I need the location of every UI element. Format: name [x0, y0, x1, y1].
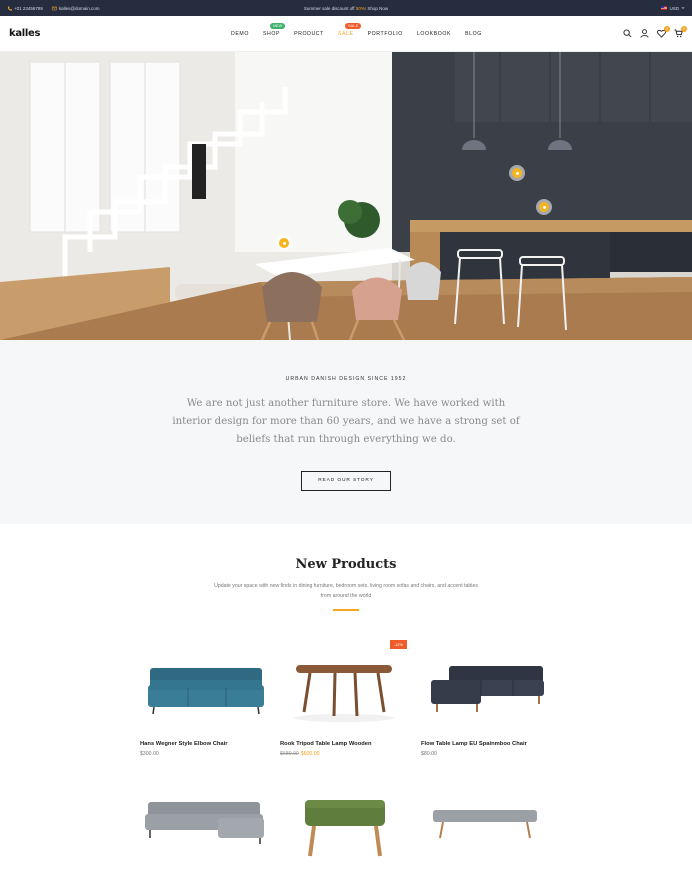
nav-item-demo[interactable]: DEMO [231, 31, 249, 37]
product-card[interactable]: Flow Table Lamp EU Spainmboo Chair $80.0… [421, 640, 548, 757]
nav-label: SALE [337, 31, 354, 37]
hero-image [0, 52, 692, 340]
promo-message: Summer sale discount off 50%! Shop Now [0, 6, 692, 11]
user-icon [639, 29, 649, 38]
hero-banner [0, 52, 692, 340]
discount-badge: -12% [389, 640, 407, 649]
product-price: $680.00 $600.00 [280, 751, 407, 757]
nav-label: LOOKBOOK [416, 31, 452, 37]
grey-sofa-image [145, 802, 264, 844]
section-title: New Products [295, 557, 397, 572]
top-bar: +01 23456789 kalles@domain.com Summer sa… [0, 0, 692, 16]
product-name[interactable]: Rook Tripod Table Lamp Wooden [280, 741, 407, 747]
promo-text: Summer sale discount off [303, 5, 355, 11]
read-our-story-button[interactable]: READ OUR STORY [301, 471, 391, 491]
site-header: kalles DEMO SHOP NEW PRODUCT SALE SALE POR… [0, 16, 692, 52]
about-section: URBAN DANISH DESIGN SINCE 1952 We are no… [0, 340, 692, 524]
title-divider [333, 609, 359, 611]
product-card[interactable] [421, 780, 548, 875]
about-eyebrow: URBAN DANISH DESIGN SINCE 1952 [285, 376, 407, 382]
nav-item-sale[interactable]: SALE SALE [337, 23, 362, 37]
promo-code: 50%! [355, 5, 367, 11]
product-image[interactable] [280, 780, 407, 875]
contact-info: +01 23456789 kalles@domain.com [7, 6, 100, 11]
nav-item-blog[interactable]: BLOG [465, 31, 482, 37]
nav-label: DEMO [231, 31, 249, 37]
sofa-image [148, 668, 264, 715]
main-nav: DEMO SHOP NEW PRODUCT SALE SALE PORTFOLIO … [231, 16, 482, 52]
product-name[interactable]: Flow Table Lamp EU Spainmboo Chair [421, 741, 548, 747]
search-icon [622, 29, 631, 38]
price-value: $300.00 [140, 751, 159, 757]
nav-item-product[interactable]: PRODUCT [294, 31, 324, 37]
account-button[interactable] [639, 29, 649, 39]
nav-label: PRODUCT [294, 31, 324, 37]
email-contact[interactable]: kalles@domain.com [52, 6, 100, 11]
mail-icon [52, 6, 57, 10]
us-flag-icon [661, 6, 668, 10]
product-card[interactable]: Hans Wegner Style Elbow Chair $300.00 [140, 640, 267, 757]
nav-label: BLOG [465, 31, 482, 37]
product-price: $300.00 [140, 751, 267, 757]
hotspot-chair[interactable] [279, 238, 289, 248]
chevron-down-icon [681, 6, 685, 9]
wishlist-button[interactable]: 0 [656, 25, 670, 39]
nav-item-portfolio[interactable]: PORTFOLIO [368, 31, 403, 37]
hotspot-counter[interactable] [512, 168, 522, 178]
header-icons: 0 0 [622, 25, 687, 39]
product-card[interactable] [140, 780, 267, 875]
old-price: $680.00 [280, 751, 299, 757]
phone-number: +01 23456789 [14, 5, 43, 11]
email-address: kalles@domain.com [58, 5, 100, 11]
product-image[interactable] [140, 640, 267, 735]
product-image[interactable]: -12% [280, 640, 407, 735]
price-value: $80.00 [421, 751, 437, 757]
new-badge: NEW [269, 23, 286, 29]
currency-selector[interactable]: USD [661, 6, 685, 11]
currency-label: USD [669, 5, 679, 11]
product-card[interactable]: -12% Rook Tripod Table Lamp Wooden $680.… [280, 640, 407, 757]
product-name[interactable]: Hans Wegner Style Elbow Chair [140, 741, 267, 747]
nav-label: SHOP [262, 31, 281, 37]
site-logo[interactable]: kalles [9, 28, 41, 39]
sectional-sofa-image [431, 666, 544, 712]
phone-icon [7, 6, 12, 11]
bench-image [433, 810, 537, 839]
product-image[interactable] [421, 780, 548, 875]
product-price: $80.00 [421, 751, 548, 757]
product-image[interactable] [140, 780, 267, 875]
sale-price: $600.00 [300, 751, 320, 757]
nav-item-lookbook[interactable]: LOOKBOOK [417, 31, 451, 37]
about-text: We are not just another furniture store.… [172, 398, 520, 445]
search-button[interactable] [622, 29, 632, 39]
product-image[interactable] [421, 640, 548, 735]
section-subtitle: Update your space with new finds in dini… [214, 583, 478, 599]
nav-item-shop[interactable]: SHOP NEW [262, 23, 286, 37]
coffee-table-image [294, 665, 394, 722]
cart-count: 0 [681, 25, 687, 32]
phone-contact[interactable]: +01 23456789 [7, 6, 43, 11]
cart-button[interactable]: 0 [673, 25, 687, 39]
product-card[interactable] [280, 780, 407, 875]
ottoman-image [305, 800, 385, 857]
hotspot-stool[interactable] [539, 202, 549, 212]
shop-now-link[interactable]: Shop Now [367, 6, 388, 11]
nav-label: PORTFOLIO [367, 31, 403, 37]
wishlist-count: 0 [664, 25, 670, 32]
sale-badge: SALE [344, 23, 362, 29]
